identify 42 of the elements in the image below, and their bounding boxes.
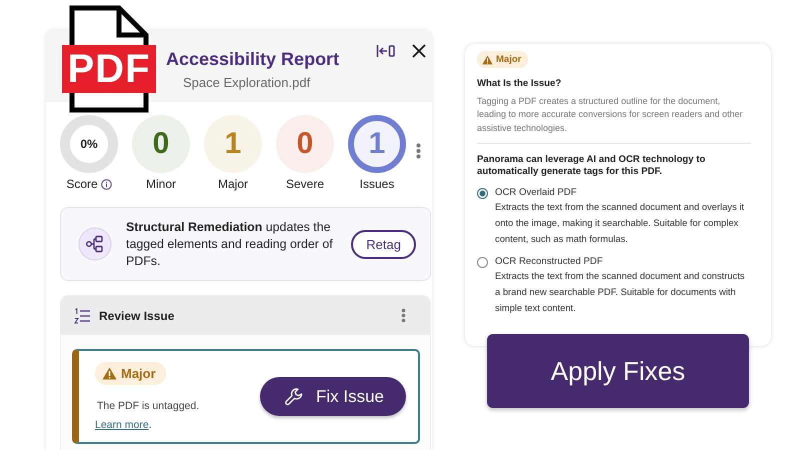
close-icon[interactable] [410, 42, 428, 60]
severity-badge: Major [477, 51, 528, 68]
fix-issue-button[interactable]: Fix Issue [260, 377, 406, 416]
retag-button[interactable]: Retag [351, 230, 416, 258]
warning-icon [482, 54, 493, 64]
numbered-list-icon [74, 308, 90, 324]
issue-description: Tagging a PDF creates a structured outline for the document, leading to more accurate conversions for screen readers and other assistive technologies. [477, 94, 744, 135]
more-options-icon[interactable] [414, 141, 423, 161]
stat-label: Score [66, 177, 98, 191]
structure-tree-icon [78, 227, 112, 261]
score-value: 0% [80, 137, 98, 151]
severity-badge: Major [95, 362, 166, 385]
warning-icon [102, 367, 117, 380]
radio-button[interactable] [477, 257, 488, 268]
option-label: OCR Overlaid PDF [495, 187, 578, 198]
radio-button[interactable] [477, 188, 488, 199]
option-description: Extracts the text from the scanned document and constructs a brand new searchable PDF. Suitable for documents with simple text content. [495, 269, 746, 315]
score-ring [60, 115, 118, 173]
pdf-label: PDF [62, 45, 156, 93]
file-name: Space Exploration.pdf [183, 75, 310, 90]
option-label: OCR Reconstructed PDF [495, 256, 604, 267]
wrench-icon [284, 386, 304, 406]
stat-label: Major [218, 177, 248, 191]
severity-count-circle: 0 [132, 115, 190, 173]
issue-heading: What Is the Issue? [477, 78, 562, 88]
learn-more-link[interactable]: Learn more [95, 419, 149, 431]
remediation-prompt: Panorama can leverage AI and OCR technology to automatically generate tags for this PDF. [477, 154, 706, 178]
severity-count-circle: 1 [204, 115, 262, 173]
option-description: Extracts the text from the scanned document and overlays it onto the image, making it searchable. Suitable for complex content, such as math formulas. [495, 200, 746, 246]
apply-fixes-button[interactable]: Apply Fixes [487, 334, 749, 408]
stat-label: Minor [146, 177, 176, 191]
report-title: Accessibility Report [166, 49, 340, 70]
severity-count-circle: 0 [276, 115, 334, 173]
stat-label: Issues [360, 177, 394, 191]
info-icon[interactable] [100, 178, 112, 190]
issues-count-circle: 1 [348, 115, 406, 173]
remediation-description: Structural Remediation updates the tagged elements and reading order of PDFs. [126, 218, 334, 270]
learn-more-line: Learn more. [95, 419, 152, 431]
issue-message: The PDF is untagged. [97, 400, 200, 412]
review-issue-title: Review Issue [99, 308, 174, 322]
stat-label: Severe [286, 177, 324, 191]
more-options-icon[interactable] [399, 306, 408, 325]
